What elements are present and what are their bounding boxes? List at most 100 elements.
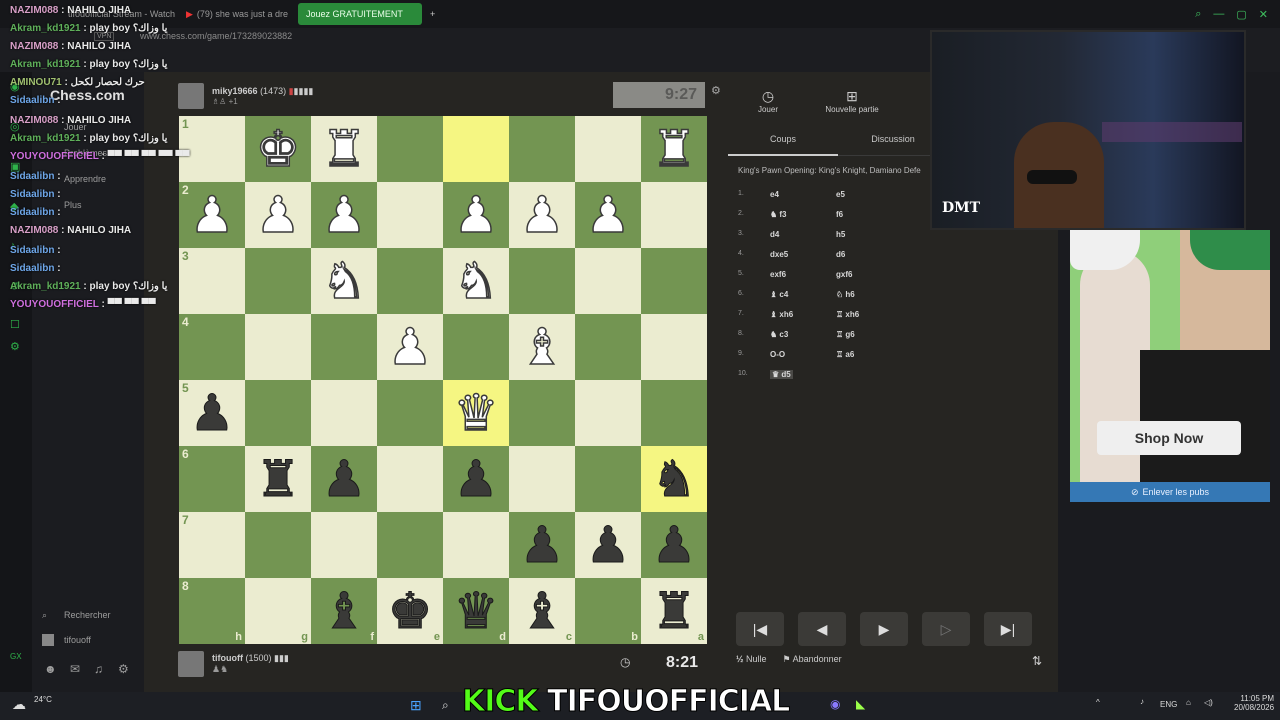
board-square[interactable]: ♟ — [509, 182, 575, 248]
resign-button[interactable]: ⚑ Abandonner — [783, 654, 842, 665]
black-move[interactable]: ♖ a6 — [836, 350, 854, 359]
board-square[interactable] — [443, 116, 509, 182]
new-game-button[interactable]: ⊞ Nouvelle partie — [820, 88, 884, 114]
board-square[interactable] — [575, 248, 641, 314]
board-square[interactable]: g — [245, 578, 311, 644]
chat-username[interactable]: YOUYOUOFFICIEL — [10, 151, 99, 162]
tab-chess[interactable]: Jouez GRATUITEMENT — [298, 3, 422, 25]
white-pawn-piece[interactable]: ♟ — [255, 189, 301, 241]
next-move-button[interactable]: ▷ — [922, 612, 970, 646]
board-square[interactable]: ♜ — [641, 116, 707, 182]
tab-moves[interactable]: Coups — [728, 128, 838, 156]
chat-username[interactable]: Akram_kd1921 — [10, 281, 81, 292]
black-pawn-piece[interactable]: ♟ — [321, 454, 367, 505]
board-square[interactable] — [575, 116, 641, 182]
opening-name[interactable]: King's Pawn Opening: King's Knight, Dami… — [738, 166, 933, 175]
top-player-name[interactable]: miky19666 — [212, 86, 258, 96]
black-pawn-piece[interactable]: ♟ — [651, 520, 697, 571]
board-square[interactable] — [641, 182, 707, 248]
search-icon[interactable]: ⌕ — [442, 698, 449, 713]
board-square[interactable]: 1 — [179, 116, 245, 182]
first-move-button[interactable]: |◀ — [736, 612, 784, 646]
board-square[interactable]: ♟ — [509, 512, 575, 578]
windows-start-icon[interactable]: ⊞ — [410, 697, 422, 714]
mail-icon[interactable]: ✉ — [70, 662, 80, 676]
advertisement[interactable] — [1070, 230, 1270, 502]
app-icon[interactable]: ◣ — [856, 697, 865, 711]
board-square[interactable] — [245, 314, 311, 380]
white-move[interactable]: ♞ f3 — [770, 210, 787, 219]
board-square[interactable] — [443, 512, 509, 578]
board-square[interactable]: 7 — [179, 512, 245, 578]
black-king-piece[interactable]: ♚ — [387, 586, 433, 637]
board-square[interactable]: ♟ — [311, 446, 377, 512]
white-pawn-piece[interactable]: ♟ — [519, 189, 565, 241]
board-settings-icon[interactable]: ⚙ — [711, 84, 721, 97]
board-square[interactable] — [377, 182, 443, 248]
mic-icon[interactable]: ♪ — [1140, 697, 1144, 706]
chess-board[interactable]: 1 ♚ ♜ ♜ 2 ♟ ♟ ♟ ♟ ♟ ♟ 3 ♞ ♞ 4 ♟ ♝ 5 ♟ ♛ 6 ♜ ♟ ♟ ♞ 7 ♟ ♟ ♟ 8 h g f ♝ e ♚ d ♛ c ♝… — [179, 116, 707, 644]
search-icon[interactable]: ⌕ — [1195, 8, 1201, 21]
chevron-up-icon[interactable]: ^ — [1096, 698, 1100, 707]
white-pawn-piece[interactable]: ♟ — [189, 189, 235, 241]
board-square[interactable]: f ♝ — [311, 578, 377, 644]
board-square[interactable] — [245, 512, 311, 578]
board-square[interactable]: ♜ — [311, 116, 377, 182]
nav-more[interactable]: Plus — [64, 200, 82, 210]
shop-now-button[interactable]: Shop Now — [1097, 421, 1241, 455]
board-square[interactable]: ♟ — [575, 512, 641, 578]
board-square[interactable]: ♟ — [575, 182, 641, 248]
white-move[interactable]: d4 — [770, 230, 779, 239]
chat-username[interactable]: Sidaalibn — [10, 245, 54, 256]
board-square[interactable]: ♛ — [443, 380, 509, 446]
board-square[interactable] — [377, 380, 443, 446]
board-square[interactable] — [641, 380, 707, 446]
board-square[interactable]: 6 — [179, 446, 245, 512]
bottom-player-name[interactable]: tifouoff — [212, 653, 243, 663]
language-indicator[interactable]: ENG — [1160, 700, 1177, 709]
white-queen-piece[interactable]: ♛ — [453, 387, 499, 439]
sidebar-search[interactable]: Rechercher — [64, 610, 111, 620]
board-square[interactable]: a ♜ — [641, 578, 707, 644]
black-pawn-piece[interactable]: ♟ — [519, 520, 565, 571]
board-square[interactable] — [509, 116, 575, 182]
board-square[interactable] — [377, 248, 443, 314]
last-move-button[interactable]: ▶| — [984, 612, 1032, 646]
board-square[interactable] — [311, 512, 377, 578]
black-knight-piece[interactable]: ♞ — [651, 454, 697, 505]
board-square[interactable]: ♞ — [443, 248, 509, 314]
close-icon[interactable]: ✕ — [1259, 8, 1268, 21]
chat-username[interactable]: NAZIM088 — [10, 5, 58, 16]
weather-icon[interactable]: ☁ — [12, 696, 26, 713]
board-square[interactable] — [575, 380, 641, 446]
settings-icon[interactable]: ⚙ — [10, 340, 20, 353]
bell-icon[interactable]: ♫ — [94, 662, 103, 676]
board-square[interactable] — [245, 380, 311, 446]
black-move[interactable]: ♘ h6 — [836, 290, 855, 299]
black-move[interactable]: d6 — [836, 250, 845, 259]
white-pawn-piece[interactable]: ♟ — [453, 189, 499, 241]
board-square[interactable] — [377, 512, 443, 578]
chat-username[interactable]: NAZIM088 — [10, 115, 58, 126]
search-icon[interactable]: ⌕ — [42, 610, 47, 621]
chat-username[interactable]: Akram_kd1921 — [10, 133, 81, 144]
draw-button[interactable]: ½ Nulle — [736, 654, 767, 665]
avatar[interactable] — [178, 651, 204, 677]
board-square[interactable] — [575, 314, 641, 380]
board-square[interactable] — [509, 248, 575, 314]
board-square[interactable]: 8h — [179, 578, 245, 644]
volume-icon[interactable]: ◁) — [1204, 698, 1213, 707]
white-move[interactable]: dxe5 — [770, 250, 788, 259]
board-square[interactable]: ♟ — [377, 314, 443, 380]
board-square[interactable] — [641, 314, 707, 380]
board-square[interactable]: ♟ — [311, 182, 377, 248]
gear-icon[interactable]: ⚙ — [118, 662, 129, 676]
chat-username[interactable]: NAZIM088 — [10, 41, 58, 52]
board-square[interactable]: d ♛ — [443, 578, 509, 644]
black-bishop-piece[interactable]: ♝ — [519, 586, 565, 637]
board-square[interactable]: ♟ — [443, 446, 509, 512]
board-square[interactable] — [575, 446, 641, 512]
maximize-icon[interactable]: ▢ — [1236, 8, 1246, 21]
avatar[interactable] — [178, 83, 204, 109]
board-square[interactable]: 3 — [179, 248, 245, 314]
